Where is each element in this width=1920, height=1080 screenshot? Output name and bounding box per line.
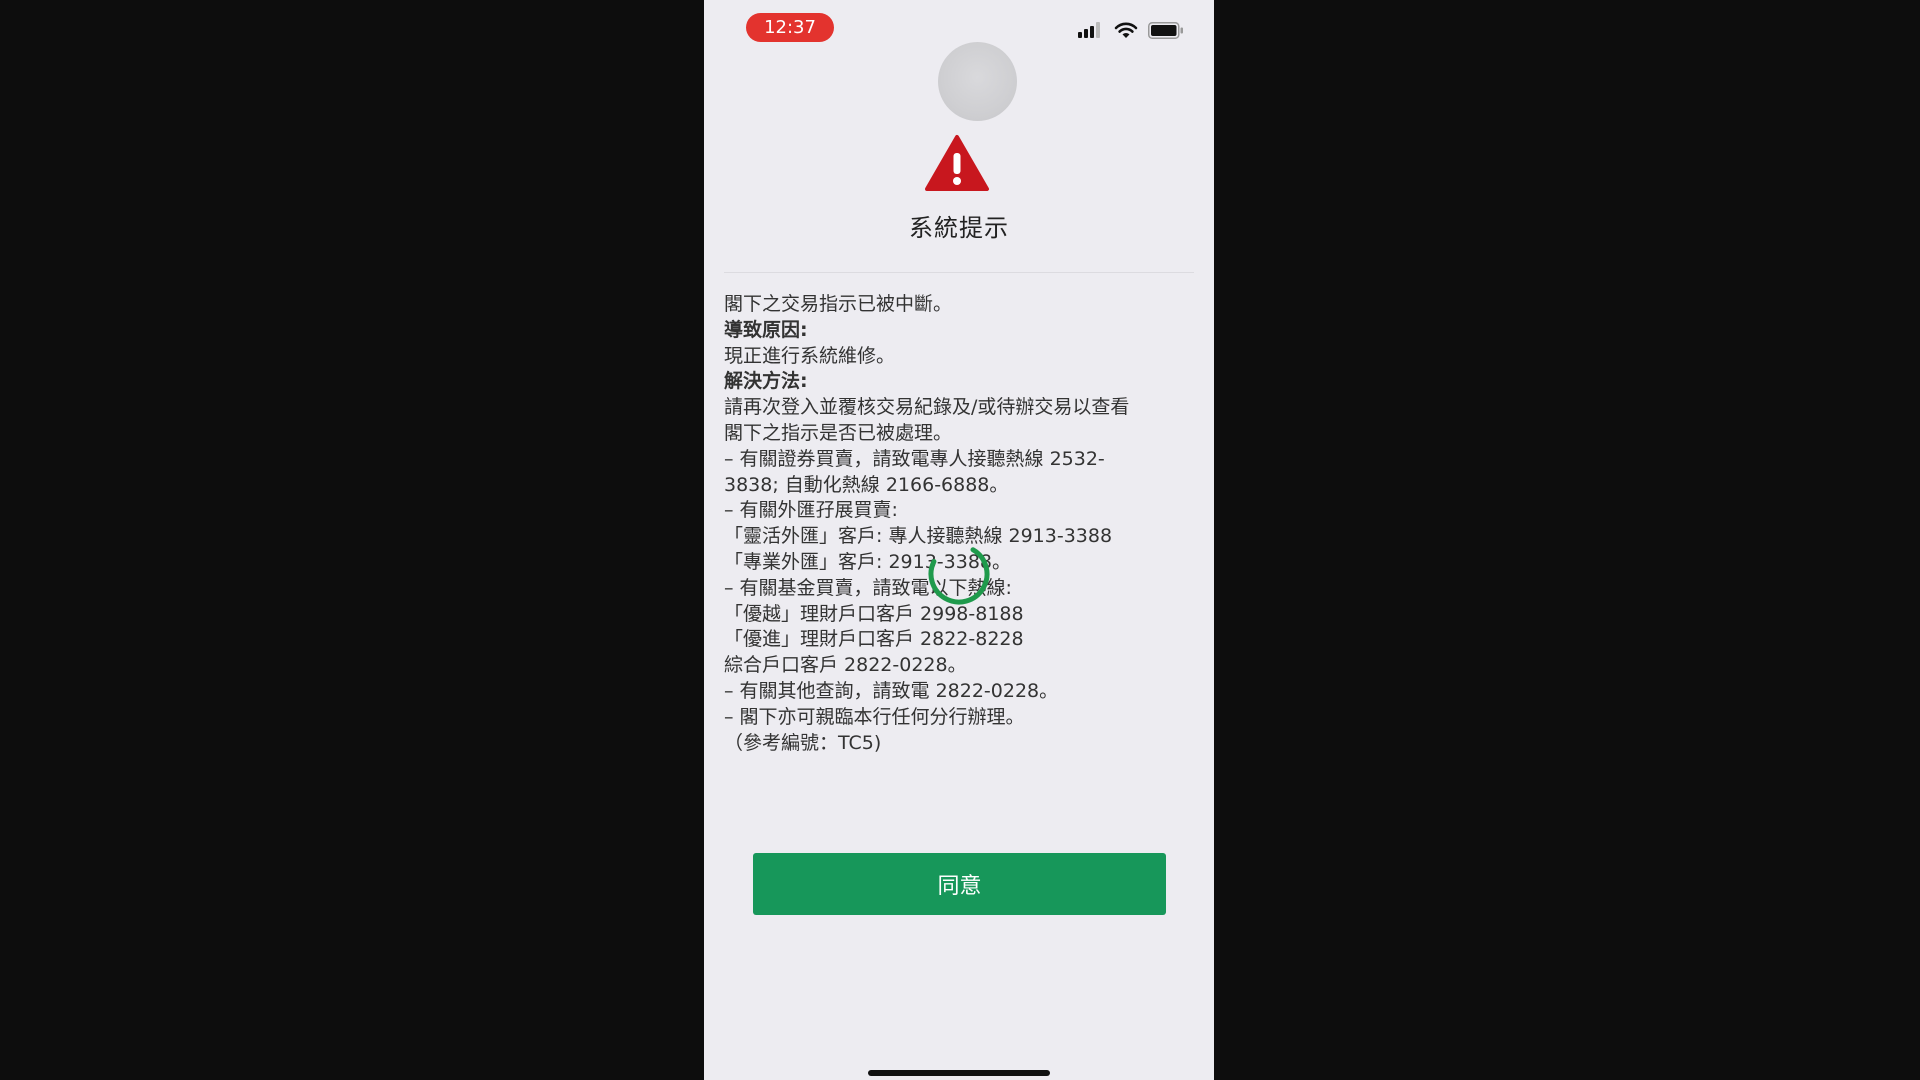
- dialog-message: 閣下之交易指示已被中斷。 導致原因: 現正進行系統維修。 解決方法: 請再次登入並覆核交…: [724, 292, 1196, 756]
- message-line: – 有關其他查詢，請致電 2822-0228。: [724, 679, 1059, 702]
- battery-icon: [1148, 21, 1183, 39]
- wifi-icon: [1114, 22, 1138, 38]
- message-line: 閣下之指示是否已被處理。: [724, 421, 953, 444]
- avatar: [938, 42, 1017, 121]
- status-icons: [1078, 21, 1184, 39]
- message-line: 請再次登入並覆核交易紀錄及/或待辦交易以查看: [724, 396, 1130, 419]
- message-line: （參考編號：TC5): [724, 731, 882, 754]
- message-line: – 有關證券買賣，請致電專人接聽熱線 2532-: [724, 447, 1105, 470]
- agree-button[interactable]: 同意: [753, 853, 1166, 915]
- message-line: 綜合戶口客戶 2822-0228。: [724, 654, 967, 677]
- dialog-title: 系統提示: [909, 214, 1009, 242]
- message-line: 閣下之交易指示已被中斷。: [724, 293, 953, 315]
- message-line: – 閣下亦可親臨本行任何分行辦理。: [724, 705, 1025, 728]
- cellular-signal-icon: [1078, 22, 1100, 38]
- message-line: 3838; 自動化熱線 2166-6888。: [724, 473, 1009, 496]
- message-line: 解決方法:: [724, 370, 808, 393]
- home-indicator[interactable]: [868, 1070, 1050, 1076]
- status-time: 12:37: [746, 13, 834, 42]
- warning-icon: [925, 135, 989, 191]
- message-line: 「優進」理財戶口客戶 2822-8228: [724, 628, 1024, 651]
- message-line: – 有關外匯孖展買賣:: [724, 499, 898, 522]
- divider: [724, 272, 1194, 273]
- message-line: 導致原因:: [724, 318, 808, 341]
- loading-spinner-icon: [928, 543, 990, 605]
- phone-screen: 12:37 系統提示 閣下之交易指示已被中斷。 導致原因: 現正進行系統維修。 …: [704, 0, 1214, 1080]
- message-line: 現正進行系統維修。: [724, 344, 896, 367]
